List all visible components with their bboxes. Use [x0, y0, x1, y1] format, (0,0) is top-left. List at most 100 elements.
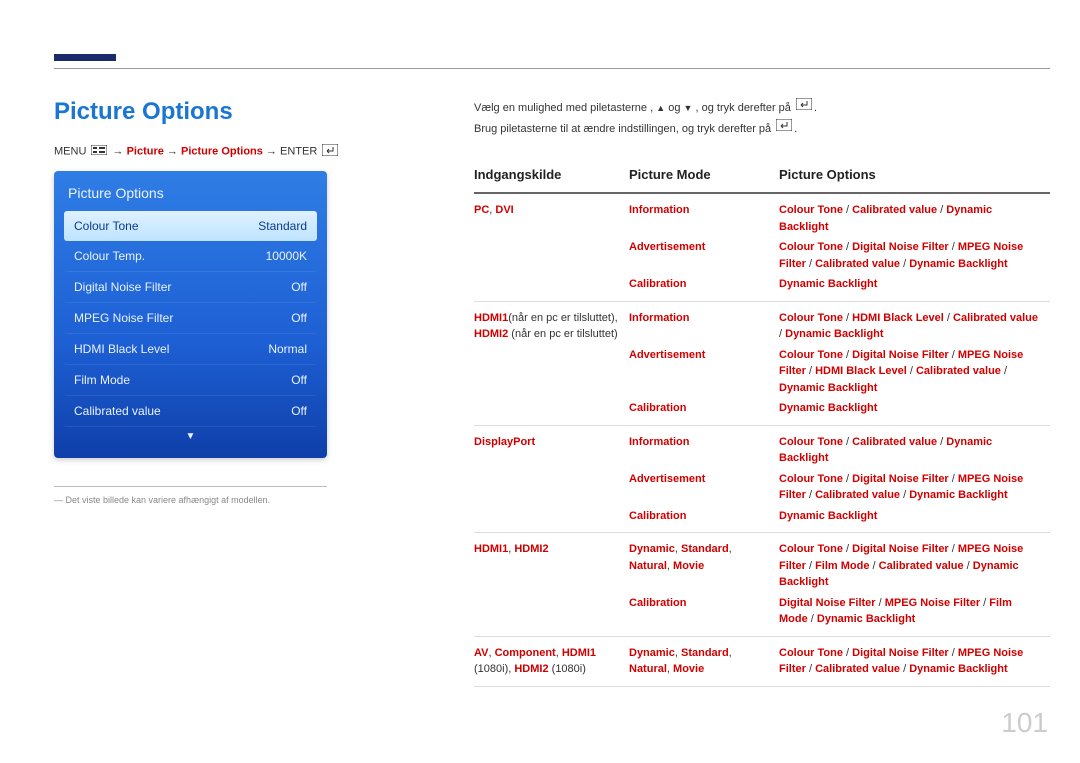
table-row: HDMI1(når en pc er tilsluttet), HDMI2 (n…	[474, 301, 1050, 345]
osd-menu-row[interactable]: MPEG Noise Filter Off	[64, 303, 317, 334]
page-title: Picture Options	[54, 98, 384, 126]
cell-options: Colour Tone / Digital Noise Filter / MPE…	[779, 469, 1050, 506]
osd-row-value: Off	[291, 404, 307, 418]
enter-icon	[776, 119, 792, 139]
table-row: AdvertisementColour Tone / Digital Noise…	[474, 237, 1050, 274]
cell-options: Colour Tone / Calibrated value / Dynamic…	[779, 425, 1050, 469]
osd-menu-row[interactable]: HDMI Black Level Normal	[64, 334, 317, 365]
osd-row-value: Off	[291, 311, 307, 325]
osd-row-value: Normal	[268, 342, 307, 356]
cell-mode: Calibration	[629, 398, 779, 425]
cell-mode: Calibration	[629, 274, 779, 301]
table-row: AdvertisementColour Tone / Digital Noise…	[474, 469, 1050, 506]
cell-source: HDMI1, HDMI2	[474, 533, 629, 593]
osd-menu-row[interactable]: Colour Tone Standard	[64, 211, 317, 241]
cell-options: Dynamic Backlight	[779, 274, 1050, 301]
cell-source	[474, 506, 629, 533]
cell-options: Dynamic Backlight	[779, 398, 1050, 425]
cell-options: Colour Tone / Calibrated value / Dynamic…	[779, 193, 1050, 237]
cell-options: Colour Tone / Digital Noise Filter / MPE…	[779, 636, 1050, 686]
instructions: Vælg en mulighed med piletasterne , ▲ og…	[474, 98, 1050, 139]
instr2-pre: Brug piletasterne til at ændre indstilli…	[474, 122, 771, 134]
arrow-up-icon: ▲	[656, 103, 665, 113]
cell-mode: Information	[629, 425, 779, 469]
osd-row-value: Off	[291, 373, 307, 387]
breadcrumb-picture-options: Picture Options	[181, 145, 263, 157]
cell-source	[474, 237, 629, 274]
table-row: AdvertisementColour Tone / Digital Noise…	[474, 345, 1050, 399]
cell-source	[474, 469, 629, 506]
osd-row-label: MPEG Noise Filter	[74, 311, 173, 325]
cell-source	[474, 345, 629, 399]
table-row: AV, Component, HDMI1 (1080i), HDMI2 (108…	[474, 636, 1050, 686]
cell-source: HDMI1(når en pc er tilsluttet), HDMI2 (n…	[474, 301, 629, 345]
scroll-down-icon[interactable]: ▼	[64, 431, 317, 442]
th-source: Indgangskilde	[474, 161, 629, 193]
cell-options: Colour Tone / HDMI Black Level / Calibra…	[779, 301, 1050, 345]
menu-icon	[91, 145, 107, 158]
breadcrumb-picture: Picture	[127, 145, 164, 157]
osd-menu-row[interactable]: Film Mode Off	[64, 365, 317, 396]
table-row: CalibrationDynamic Backlight	[474, 506, 1050, 533]
breadcrumb-menu: MENU	[54, 145, 86, 157]
cell-mode: Calibration	[629, 506, 779, 533]
cell-source: PC, DVI	[474, 193, 629, 237]
cell-options: Colour Tone / Digital Noise Filter / MPE…	[779, 345, 1050, 399]
osd-menu-title: Picture Options	[64, 181, 317, 211]
enter-icon	[322, 144, 338, 159]
osd-row-label: Digital Noise Filter	[74, 280, 171, 294]
options-table: Indgangskilde Picture Mode Picture Optio…	[474, 161, 1050, 687]
cell-source: AV, Component, HDMI1 (1080i), HDMI2 (108…	[474, 636, 629, 686]
footnote-text: ― Det viste billede kan variere afhængig…	[54, 495, 327, 505]
cell-mode: Dynamic, Standard, Natural, Movie	[629, 636, 779, 686]
cell-mode: Information	[629, 193, 779, 237]
left-column: Picture Options MENU → Picture → Picture…	[54, 98, 384, 687]
osd-row-value: 10000K	[266, 249, 307, 263]
divider	[54, 486, 327, 487]
table-row: HDMI1, HDMI2Dynamic, Standard, Natural, …	[474, 533, 1050, 593]
table-row: PC, DVIInformationColour Tone / Calibrat…	[474, 193, 1050, 237]
instr1-mid: og	[668, 102, 680, 114]
cell-mode: Dynamic, Standard, Natural, Movie	[629, 533, 779, 593]
header-accent-bar	[54, 54, 116, 61]
osd-row-label: Colour Temp.	[74, 249, 145, 263]
header-rule	[54, 68, 1050, 69]
cell-mode: Advertisement	[629, 237, 779, 274]
instructions-line-2: Brug piletasterne til at ændre indstilli…	[474, 119, 1050, 140]
instructions-line-1: Vælg en mulighed med piletasterne , ▲ og…	[474, 98, 1050, 119]
cell-source	[474, 398, 629, 425]
page-content: Picture Options MENU → Picture → Picture…	[54, 98, 1050, 687]
breadcrumb-enter: ENTER	[280, 145, 317, 157]
cell-mode: Advertisement	[629, 345, 779, 399]
osd-row-label: Colour Tone	[74, 219, 139, 233]
osd-row-label: Film Mode	[74, 373, 130, 387]
table-row: CalibrationDynamic Backlight	[474, 274, 1050, 301]
page-number: 101	[1001, 707, 1048, 739]
cell-options: Colour Tone / Digital Noise Filter / MPE…	[779, 533, 1050, 593]
instr1-pre: Vælg en mulighed med piletasterne ,	[474, 102, 653, 114]
breadcrumb: MENU → Picture → Picture Options → ENTER	[54, 144, 384, 159]
cell-mode: Calibration	[629, 593, 779, 637]
osd-row-label: Calibrated value	[74, 404, 161, 418]
osd-row-value: Standard	[258, 219, 307, 233]
cell-mode: Information	[629, 301, 779, 345]
right-column: Vælg en mulighed med piletasterne , ▲ og…	[474, 98, 1050, 687]
osd-menu-row[interactable]: Calibrated value Off	[64, 396, 317, 427]
arrow-down-icon: ▼	[684, 103, 693, 113]
cell-source	[474, 593, 629, 637]
table-row: CalibrationDynamic Backlight	[474, 398, 1050, 425]
cell-options: Digital Noise Filter / MPEG Noise Filter…	[779, 593, 1050, 637]
osd-menu-panel: Picture Options Colour ToneStandardColou…	[54, 171, 327, 458]
osd-menu-row[interactable]: Colour Temp. 10000K	[64, 241, 317, 272]
cell-mode: Advertisement	[629, 469, 779, 506]
cell-options: Dynamic Backlight	[779, 506, 1050, 533]
table-row: CalibrationDigital Noise Filter / MPEG N…	[474, 593, 1050, 637]
osd-row-value: Off	[291, 280, 307, 294]
osd-menu-row[interactable]: Digital Noise Filter Off	[64, 272, 317, 303]
table-row: DisplayPortInformationColour Tone / Cali…	[474, 425, 1050, 469]
cell-options: Colour Tone / Digital Noise Filter / MPE…	[779, 237, 1050, 274]
th-mode: Picture Mode	[629, 161, 779, 193]
instr1-post: , og tryk derefter på	[696, 102, 791, 114]
cell-source: DisplayPort	[474, 425, 629, 469]
osd-row-label: HDMI Black Level	[74, 342, 169, 356]
